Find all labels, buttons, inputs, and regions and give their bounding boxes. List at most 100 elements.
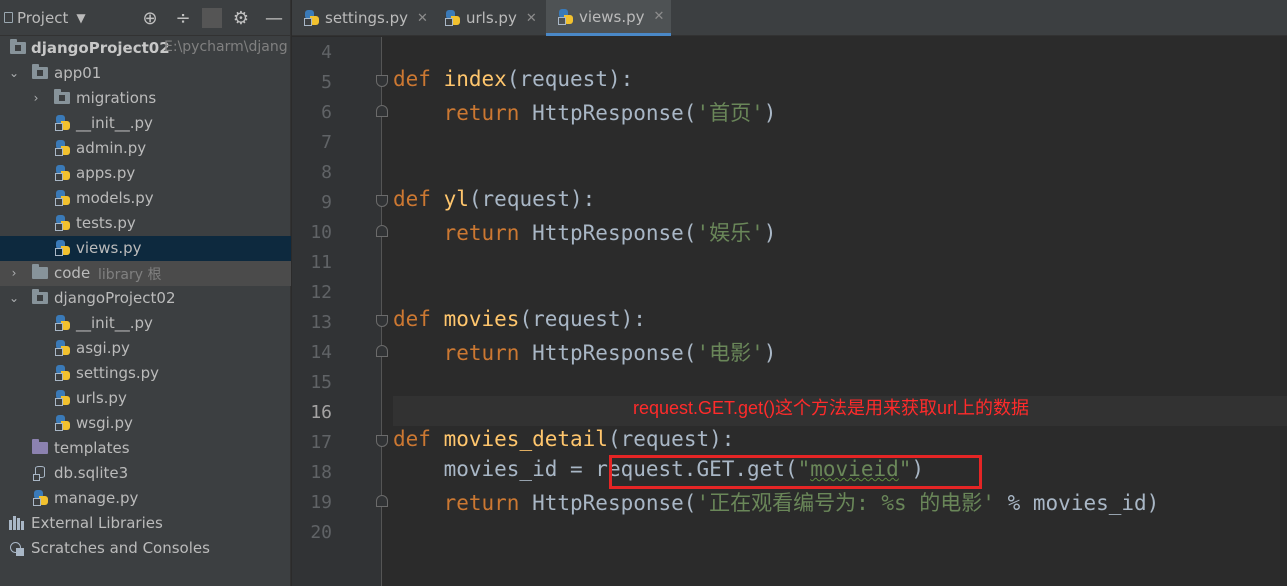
line-number: 11 (310, 252, 332, 273)
tree-item-external-libraries[interactable]: External Libraries (0, 511, 291, 536)
fold-marker-icon[interactable] (376, 195, 388, 207)
close-icon[interactable]: ✕ (526, 11, 537, 26)
python-file-icon (445, 10, 461, 26)
scratches-icon (9, 540, 25, 556)
line-number: 5 (321, 72, 332, 93)
tree-item-label: __init__.py (76, 114, 153, 132)
chevron-down-icon[interactable]: ⌄ (8, 67, 20, 79)
fold-marker-icon[interactable] (376, 495, 388, 507)
code-text: (request): (506, 67, 634, 91)
code-line-13: def movies(request): (393, 307, 646, 331)
folder-icon (32, 264, 48, 279)
line-number: 18 (310, 462, 332, 483)
fold-marker-icon[interactable] (376, 75, 388, 87)
tree-item-scratches[interactable]: Scratches and Consoles (0, 536, 291, 561)
gear-icon[interactable]: ⚙ (231, 8, 251, 29)
tree-item-label: manage.py (54, 489, 139, 507)
chevron-right-icon[interactable]: › (30, 92, 42, 104)
tab-label: urls.py (466, 9, 517, 27)
code-line-9: def yl(request): (393, 187, 595, 211)
keyword: return (443, 341, 520, 365)
tree-item-manage[interactable]: manage.py (0, 486, 291, 511)
chevron-down-icon[interactable]: ⌄ (8, 292, 20, 304)
project-tree: djangoProject02 E:\pycharm\djang ⌄ app01… (0, 36, 291, 561)
editor-tab-bar: settings.py ✕ urls.py ✕ views.py ✕ (292, 0, 1287, 36)
project-panel-header: Project ▼ ⊕ ÷ ⚙ — (0, 0, 290, 36)
tree-item-templates[interactable]: templates (0, 436, 291, 461)
tree-item-label: urls.py (76, 389, 127, 407)
fold-marker-icon[interactable] (376, 435, 388, 447)
code-line-5: def index(request): (393, 67, 633, 91)
keyword: return (443, 491, 520, 515)
keyword: def (393, 427, 431, 451)
code-text: HttpResponse( (519, 341, 697, 365)
tree-item-label: settings.py (76, 364, 159, 382)
tree-item-label: djangoProject02 (54, 289, 176, 307)
close-icon[interactable]: ✕ (654, 9, 665, 24)
tab-settings[interactable]: settings.py ✕ (304, 0, 432, 36)
tree-item-migrations[interactable]: › migrations (0, 86, 291, 111)
tree-item-label: wsgi.py (76, 414, 133, 432)
python-file-icon (55, 165, 71, 181)
minimize-icon[interactable]: — (264, 8, 284, 29)
tree-item-app01[interactable]: ⌄ app01 (0, 61, 291, 86)
python-file-icon (33, 490, 49, 506)
tree-item-code[interactable]: › code library 根 (0, 261, 291, 286)
tree-item-admin[interactable]: admin.py (0, 136, 291, 161)
line-number-current: 16 (310, 402, 332, 423)
tree-item-views[interactable]: views.py (0, 236, 291, 261)
close-icon[interactable]: ✕ (417, 11, 428, 26)
tree-item-root[interactable]: djangoProject02 E:\pycharm\djang (0, 36, 291, 61)
line-number: 13 (310, 312, 332, 333)
project-panel-title: Project (17, 8, 69, 27)
folder-icon (32, 439, 48, 454)
highlight-box (609, 455, 982, 489)
tree-item-models[interactable]: models.py (0, 186, 291, 211)
fold-marker-icon[interactable] (376, 225, 388, 237)
tree-item-pkg-init[interactable]: __init__.py (0, 311, 291, 336)
tree-item-urls[interactable]: urls.py (0, 386, 291, 411)
chevron-down-icon: ▼ (76, 10, 86, 25)
tree-item-app01-init[interactable]: __init__.py (0, 111, 291, 136)
code-editor[interactable]: 4 5 6 7 8 9 10 11 12 13 14 15 16 17 18 1… (292, 37, 1287, 586)
python-file-icon (55, 315, 71, 331)
tree-item-tests[interactable]: tests.py (0, 211, 291, 236)
tab-urls[interactable]: urls.py ✕ (445, 0, 549, 36)
code-text: (request): (468, 187, 596, 211)
annotation-text: request.GET.get()这个方法是用来获取url上的数据 (633, 398, 1030, 418)
tree-item-suffix: library 根 (98, 267, 162, 283)
tree-item-asgi[interactable]: asgi.py (0, 336, 291, 361)
python-file-icon (55, 240, 71, 256)
tree-item-label: app01 (54, 64, 102, 82)
code-text: HttpResponse( (519, 491, 697, 515)
code-line-6: return HttpResponse('首页') (393, 97, 777, 127)
code-text: HttpResponse( (519, 101, 697, 125)
tab-views[interactable]: views.py ✕ (546, 0, 671, 36)
library-icon (9, 516, 25, 530)
string-literal: '首页' (696, 101, 764, 125)
database-icon (33, 465, 47, 481)
tree-item-settings[interactable]: settings.py (0, 361, 291, 386)
chevron-right-icon[interactable]: › (8, 267, 20, 279)
project-view-selector[interactable]: Project ▼ (4, 9, 86, 27)
tree-item-label: djangoProject02 (31, 39, 170, 57)
python-file-icon (55, 215, 71, 231)
python-file-icon (55, 115, 71, 131)
fold-marker-icon[interactable] (376, 105, 388, 117)
code-text: (request): (519, 307, 646, 331)
tree-item-label: apps.py (76, 164, 136, 182)
code-line-17: def movies_detail(request): (393, 427, 734, 451)
python-file-icon (55, 190, 71, 206)
tree-item-label: views.py (76, 239, 142, 257)
tree-item-apps[interactable]: apps.py (0, 161, 291, 186)
python-file-icon (55, 415, 71, 431)
keyword: def (393, 187, 431, 211)
code-text: (request): (607, 427, 735, 451)
target-icon[interactable]: ⊕ (140, 8, 160, 29)
fold-marker-icon[interactable] (376, 315, 388, 327)
tree-item-db[interactable]: db.sqlite3 (0, 461, 291, 486)
fold-marker-icon[interactable] (376, 345, 388, 357)
tree-item-wsgi[interactable]: wsgi.py (0, 411, 291, 436)
collapse-icon[interactable]: ÷ (173, 8, 193, 29)
tree-item-package[interactable]: ⌄ djangoProject02 (0, 286, 291, 311)
